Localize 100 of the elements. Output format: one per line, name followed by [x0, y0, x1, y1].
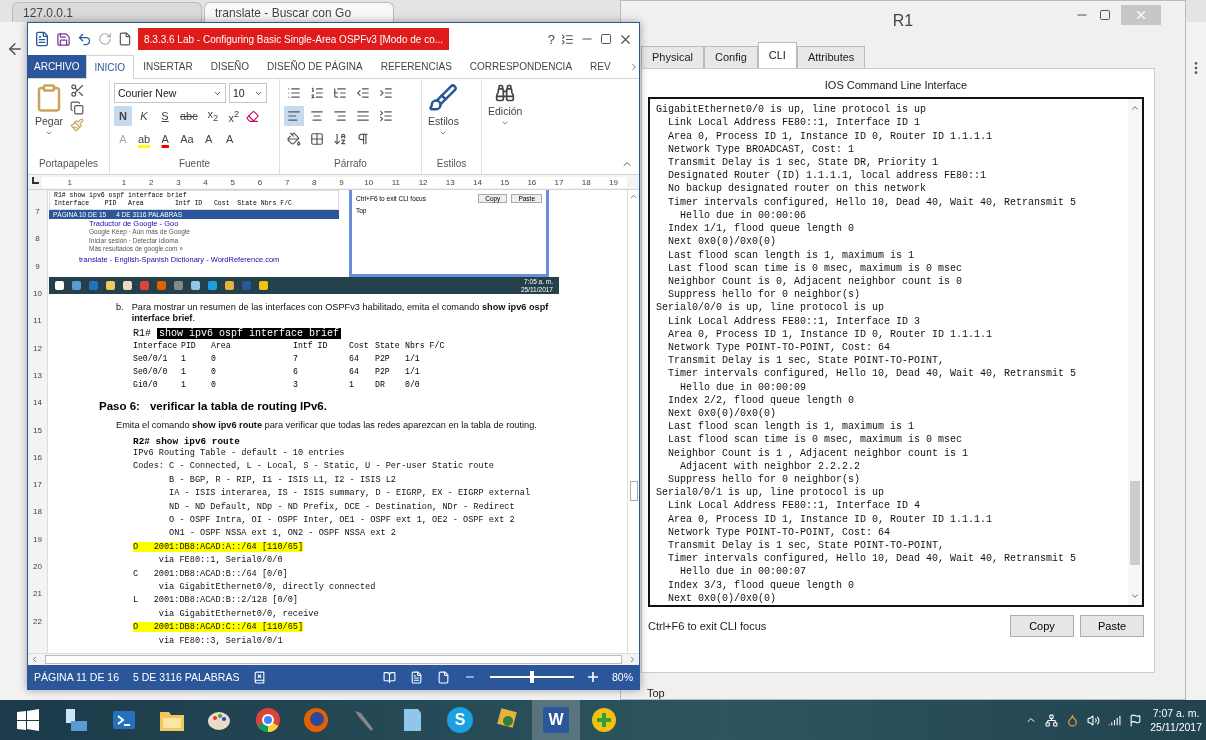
cli-console[interactable]	[648, 97, 1144, 607]
app-letter-icon[interactable]: W	[543, 707, 569, 733]
zoom-slider-thumb[interactable]	[530, 671, 534, 683]
ribbon-options-icon[interactable]	[561, 32, 574, 46]
firefox-icon[interactable]	[303, 707, 329, 733]
ruler-number: 18	[580, 177, 592, 187]
scroll-up-icon[interactable]	[1130, 103, 1140, 113]
copy-button[interactable]: Copy	[1010, 615, 1074, 637]
table-cell-text: 1	[181, 353, 187, 365]
table-header: PID	[181, 340, 197, 352]
font-field[interactable]: Courier New	[114, 83, 226, 103]
clear-format-icon[interactable]	[245, 109, 259, 123]
drop-icon[interactable]	[1066, 713, 1080, 727]
scroll-left-icon[interactable]	[30, 655, 39, 664]
browser-icon[interactable]	[255, 707, 281, 733]
font-color-button[interactable]: A	[156, 129, 175, 149]
bold-button[interactable]: N	[114, 106, 132, 126]
highlight-button[interactable]: ab	[135, 129, 154, 149]
paste-button[interactable]: Pegar	[32, 83, 66, 158]
console-line: Link Local Address FE80::1, Interface ID 1	[667, 116, 922, 130]
hint-text: Ctrl+F6 to exit CLI focus	[648, 620, 767, 632]
proofing-icon[interactable]	[253, 670, 267, 684]
ruler-number: 16	[32, 451, 43, 464]
editing-button[interactable]: Edición	[486, 83, 525, 174]
table-header: Nbrs F/C	[405, 340, 446, 352]
ruler-number: 12	[417, 177, 429, 187]
clock[interactable]: 7:07 a. m. 25/11/2017	[1150, 706, 1202, 734]
console-line: Serial0/0/0 is up, line protocol is up	[656, 301, 886, 315]
network-icon[interactable]	[1045, 713, 1059, 727]
table-cell-text: 0	[211, 353, 217, 365]
italic-button[interactable]: K	[135, 106, 153, 126]
underline-button[interactable]: S	[156, 106, 174, 126]
maximize-icon[interactable]	[1099, 9, 1111, 21]
print-layout-icon[interactable]	[410, 670, 423, 684]
tab[interactable]: Physical	[641, 46, 704, 68]
ruler-number: 5	[229, 177, 236, 187]
zoom-level: 80%	[612, 671, 633, 683]
paste-button[interactable]: Paste	[1080, 615, 1144, 637]
word-icon[interactable]	[34, 31, 50, 47]
strikethrough-button[interactable]: abc	[177, 106, 201, 126]
ribbon-tab[interactable]: REFERENCIAS	[371, 55, 461, 78]
browser-tab[interactable]: translate - Buscar con Go	[204, 2, 394, 22]
tab[interactable]: CLI	[757, 42, 797, 68]
superscript-button[interactable]: x$^{2}$	[224, 106, 243, 126]
help-button[interactable]: ?	[547, 31, 555, 47]
ruler-number: 12	[32, 342, 43, 355]
output-line: via FE80::1, Serial0/0/0	[157, 555, 283, 566]
browser-tab[interactable]: 127.0.0.1	[12, 2, 202, 22]
font-size-field[interactable]: 10	[229, 83, 267, 103]
caret-icon[interactable]	[45, 129, 53, 137]
subscript-button[interactable]: x$_{2}$	[203, 106, 222, 126]
scrollbar-thumb[interactable]	[1130, 481, 1140, 565]
styles-button[interactable]: Estilos	[426, 83, 461, 158]
shrink-font-button[interactable]: A	[220, 129, 239, 149]
read-mode-icon[interactable]	[383, 670, 396, 684]
output-line: IPv6 Routing Table - default - 10 entries	[133, 448, 345, 458]
ribbon-tab[interactable]: INSERTAR	[134, 55, 202, 78]
ribbon-tab[interactable]: CORRESPONDENCIA	[460, 55, 582, 78]
taskbar-app-button[interactable]: W	[532, 700, 580, 740]
volume-icon[interactable]	[1087, 713, 1101, 727]
undo-icon[interactable]	[77, 31, 92, 47]
copy-icon[interactable]	[70, 101, 84, 115]
tab-stop-icon[interactable]	[31, 177, 40, 185]
ribbon-tab[interactable]: DISEÑO	[201, 55, 259, 78]
save-icon[interactable]	[56, 31, 71, 47]
plus-circle-icon[interactable]	[591, 707, 617, 733]
caret-icon[interactable]	[439, 129, 448, 137]
tab[interactable]: Attributes	[796, 46, 866, 68]
ruler[interactable]: 1 1 2 3 4 5 6 7 8 9 10 11 12 13 14 15 16 17 18 19	[42, 176, 627, 188]
scroll-right-icon[interactable]	[628, 655, 637, 664]
console-line: Index 3/3, flood queue length 0	[667, 578, 856, 592]
new-document-icon[interactable]	[118, 32, 132, 46]
change-case-button[interactable]: Aa	[177, 129, 197, 149]
ribbon-tab[interactable]: DISEÑO DE PÁGINA	[258, 55, 372, 78]
binoculars-icon[interactable]	[495, 83, 516, 103]
file-menu-tab[interactable]: ARCHIVO	[28, 55, 86, 78]
scroll-down-icon[interactable]	[1130, 591, 1140, 601]
ruler-number: 11	[390, 177, 402, 187]
maximize-icon[interactable]	[600, 33, 612, 45]
scroll-up-icon[interactable]	[629, 192, 638, 201]
caret-icon[interactable]	[501, 119, 510, 127]
scrollbar-thumb[interactable]	[629, 481, 638, 501]
ruler-number: 7	[34, 206, 41, 219]
server-icon[interactable]	[63, 707, 89, 733]
zoom-in-icon[interactable]	[588, 669, 598, 685]
cut-icon[interactable]	[70, 83, 85, 98]
console-line: Suppress hello for 0 neighbor(s)	[667, 288, 862, 302]
console-line: Transmit Delay is 1 sec, State DR, Priority 1	[667, 156, 940, 170]
brush-icon[interactable]	[428, 83, 459, 113]
windows-start-icon[interactable]	[17, 709, 39, 731]
web-layout-icon[interactable]	[437, 670, 450, 684]
flag-icon[interactable]	[1129, 713, 1143, 727]
ribbon-tab[interactable]: INICIO	[85, 55, 135, 79]
terminal-icon[interactable]	[112, 708, 136, 732]
back-icon[interactable]	[6, 40, 24, 58]
tab[interactable]: Config	[703, 46, 758, 68]
ribbon-tab[interactable]: REV	[581, 55, 620, 78]
signal-icon[interactable]	[1108, 713, 1122, 727]
grow-font-button[interactable]: A	[199, 129, 218, 149]
command-text: R2# show ipv6 route	[133, 436, 241, 447]
